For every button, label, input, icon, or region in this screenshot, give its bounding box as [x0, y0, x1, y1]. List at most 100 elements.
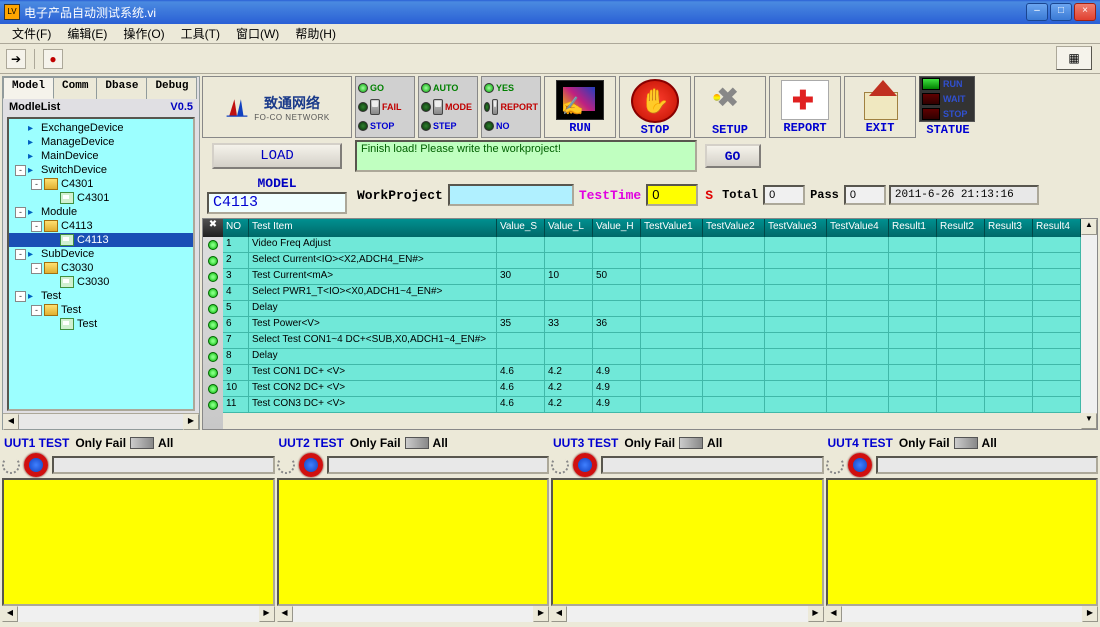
exit-button[interactable]: EXIT: [844, 76, 916, 138]
only-fail-switch[interactable]: [130, 437, 154, 449]
run-button[interactable]: RUN: [544, 76, 616, 138]
setup-button[interactable]: SETUP: [694, 76, 766, 138]
col-header[interactable]: TestValue3: [765, 219, 827, 237]
uut-output-terminal[interactable]: [277, 478, 550, 606]
toggle-switch[interactable]: [433, 99, 443, 115]
menu-window[interactable]: 窗口(W): [228, 23, 287, 44]
scroll-left-button[interactable]: ◀: [826, 606, 842, 622]
menu-help[interactable]: 帮助(H): [287, 23, 344, 44]
scroll-track[interactable]: [18, 606, 259, 622]
report-button[interactable]: REPORT: [769, 76, 841, 138]
uut-hscrollbar[interactable]: ◀ ▶: [551, 606, 824, 622]
scroll-right-button[interactable]: ▶: [1082, 606, 1098, 622]
tab-comm[interactable]: Comm: [53, 77, 97, 99]
go-fail-stop-switch[interactable]: GOFAILSTOP: [355, 76, 415, 138]
workproject-input[interactable]: [448, 184, 574, 206]
tree-node-c4113[interactable]: -C4113: [9, 219, 193, 233]
table-row[interactable]: 3Test Current<mA>301050: [223, 269, 1081, 285]
scroll-up-button[interactable]: ▲: [1081, 219, 1097, 235]
uut-hscrollbar[interactable]: ◀ ▶: [826, 606, 1099, 622]
tree-expander[interactable]: -: [15, 165, 26, 176]
tree-node-c4113[interactable]: C4113: [9, 233, 193, 247]
table-row[interactable]: 10Test CON2 DC+ <V>4.64.24.9: [223, 381, 1081, 397]
tree-node-maindevice[interactable]: MainDevice: [9, 149, 193, 163]
scroll-track[interactable]: [19, 414, 183, 429]
col-header[interactable]: NO: [223, 219, 249, 237]
table-row[interactable]: 5Delay: [223, 301, 1081, 317]
load-button[interactable]: LOAD: [212, 143, 342, 169]
tree-expander[interactable]: -: [31, 305, 42, 316]
col-header[interactable]: TestValue2: [703, 219, 765, 237]
tree-expander[interactable]: -: [31, 263, 42, 274]
table-row[interactable]: 2Select Current<IO><X2,ADCH4_EN#>: [223, 253, 1081, 269]
maximize-button[interactable]: □: [1050, 3, 1072, 21]
tree-expander[interactable]: -: [15, 249, 26, 260]
go-button[interactable]: GO: [705, 144, 761, 168]
minimize-button[interactable]: –: [1026, 3, 1048, 21]
uut-output-terminal[interactable]: [2, 478, 275, 606]
tab-dbase[interactable]: Dbase: [96, 77, 147, 99]
scroll-left-button[interactable]: ◀: [277, 606, 293, 622]
col-header[interactable]: TestValue1: [641, 219, 703, 237]
col-header[interactable]: Value_H: [593, 219, 641, 237]
menu-edit[interactable]: 编辑(E): [59, 23, 115, 44]
uut-output-terminal[interactable]: [551, 478, 824, 606]
uut-hscrollbar[interactable]: ◀ ▶: [2, 606, 275, 622]
tree-expander[interactable]: -: [15, 207, 26, 218]
tree-node-c4301[interactable]: C4301: [9, 191, 193, 205]
table-row[interactable]: 1Video Freq Adjust: [223, 237, 1081, 253]
table-row[interactable]: 9Test CON1 DC+ <V>4.64.24.9: [223, 365, 1081, 381]
col-header[interactable]: Value_S: [497, 219, 545, 237]
tree-node-test[interactable]: Test: [9, 317, 193, 331]
yes-report-no-switch[interactable]: YESREPORTNO: [481, 76, 541, 138]
tree-hscrollbar[interactable]: ◀ ▶: [3, 413, 199, 429]
scroll-right-button[interactable]: ▶: [183, 414, 199, 430]
tree-node-c3030[interactable]: C3030: [9, 275, 193, 289]
uut-stop-button[interactable]: [299, 453, 323, 477]
table-row[interactable]: 6Test Power<V>353336: [223, 317, 1081, 333]
model-tree[interactable]: ExchangeDeviceManageDeviceMainDevice-Swi…: [7, 117, 195, 411]
tree-node-switchdevice[interactable]: -SwitchDevice: [9, 163, 193, 177]
only-fail-switch[interactable]: [405, 437, 429, 449]
tree-expander[interactable]: -: [31, 221, 42, 232]
col-header[interactable]: Result1: [889, 219, 937, 237]
menu-file[interactable]: 文件(F): [4, 23, 59, 44]
tree-expander[interactable]: -: [31, 179, 42, 190]
col-header[interactable]: TestValue4: [827, 219, 889, 237]
col-header[interactable]: Result4: [1033, 219, 1081, 237]
scroll-left-button[interactable]: ◀: [551, 606, 567, 622]
col-header[interactable]: Result3: [985, 219, 1033, 237]
tree-node-subdevice[interactable]: -SubDevice: [9, 247, 193, 261]
tree-node-exchangedevice[interactable]: ExchangeDevice: [9, 121, 193, 135]
table-row[interactable]: 11Test CON3 DC+ <V>4.64.24.9: [223, 397, 1081, 413]
only-fail-switch[interactable]: [954, 437, 978, 449]
model-value[interactable]: C4113: [207, 192, 347, 214]
uut-stop-button[interactable]: [573, 453, 597, 477]
table-body[interactable]: 1Video Freq Adjust2Select Current<IO><X2…: [223, 237, 1081, 413]
scroll-track[interactable]: [567, 606, 808, 622]
table-row[interactable]: 7Select Test CON1~4 DC+<SUB,X0,ADCH1~4_E…: [223, 333, 1081, 349]
menu-operate[interactable]: 操作(O): [115, 23, 172, 44]
scroll-down-button[interactable]: ▼: [1081, 413, 1097, 429]
tab-debug[interactable]: Debug: [146, 77, 197, 99]
toolbar-panel-button[interactable]: ▦: [1056, 46, 1092, 70]
tree-expander[interactable]: -: [15, 291, 26, 302]
close-button[interactable]: ×: [1074, 3, 1096, 21]
only-fail-switch[interactable]: [679, 437, 703, 449]
tree-node-c4301[interactable]: -C4301: [9, 177, 193, 191]
tree-node-test[interactable]: -Test: [9, 289, 193, 303]
tree-node-managedevice[interactable]: ManageDevice: [9, 135, 193, 149]
table-row[interactable]: 8Delay: [223, 349, 1081, 365]
auto-mode-step-switch[interactable]: AUTOMODESTEP: [418, 76, 478, 138]
uut-stop-button[interactable]: [848, 453, 872, 477]
scroll-track[interactable]: [293, 606, 534, 622]
tree-node-test[interactable]: -Test: [9, 303, 193, 317]
menu-tools[interactable]: 工具(T): [173, 23, 228, 44]
vscroll-track[interactable]: [1081, 235, 1097, 413]
scroll-track[interactable]: [842, 606, 1083, 622]
col-header[interactable]: Test Item: [249, 219, 497, 237]
tab-model[interactable]: Model: [3, 77, 54, 99]
scroll-left-button[interactable]: ◀: [2, 606, 18, 622]
uut-hscrollbar[interactable]: ◀ ▶: [277, 606, 550, 622]
tree-node-module[interactable]: -Module: [9, 205, 193, 219]
